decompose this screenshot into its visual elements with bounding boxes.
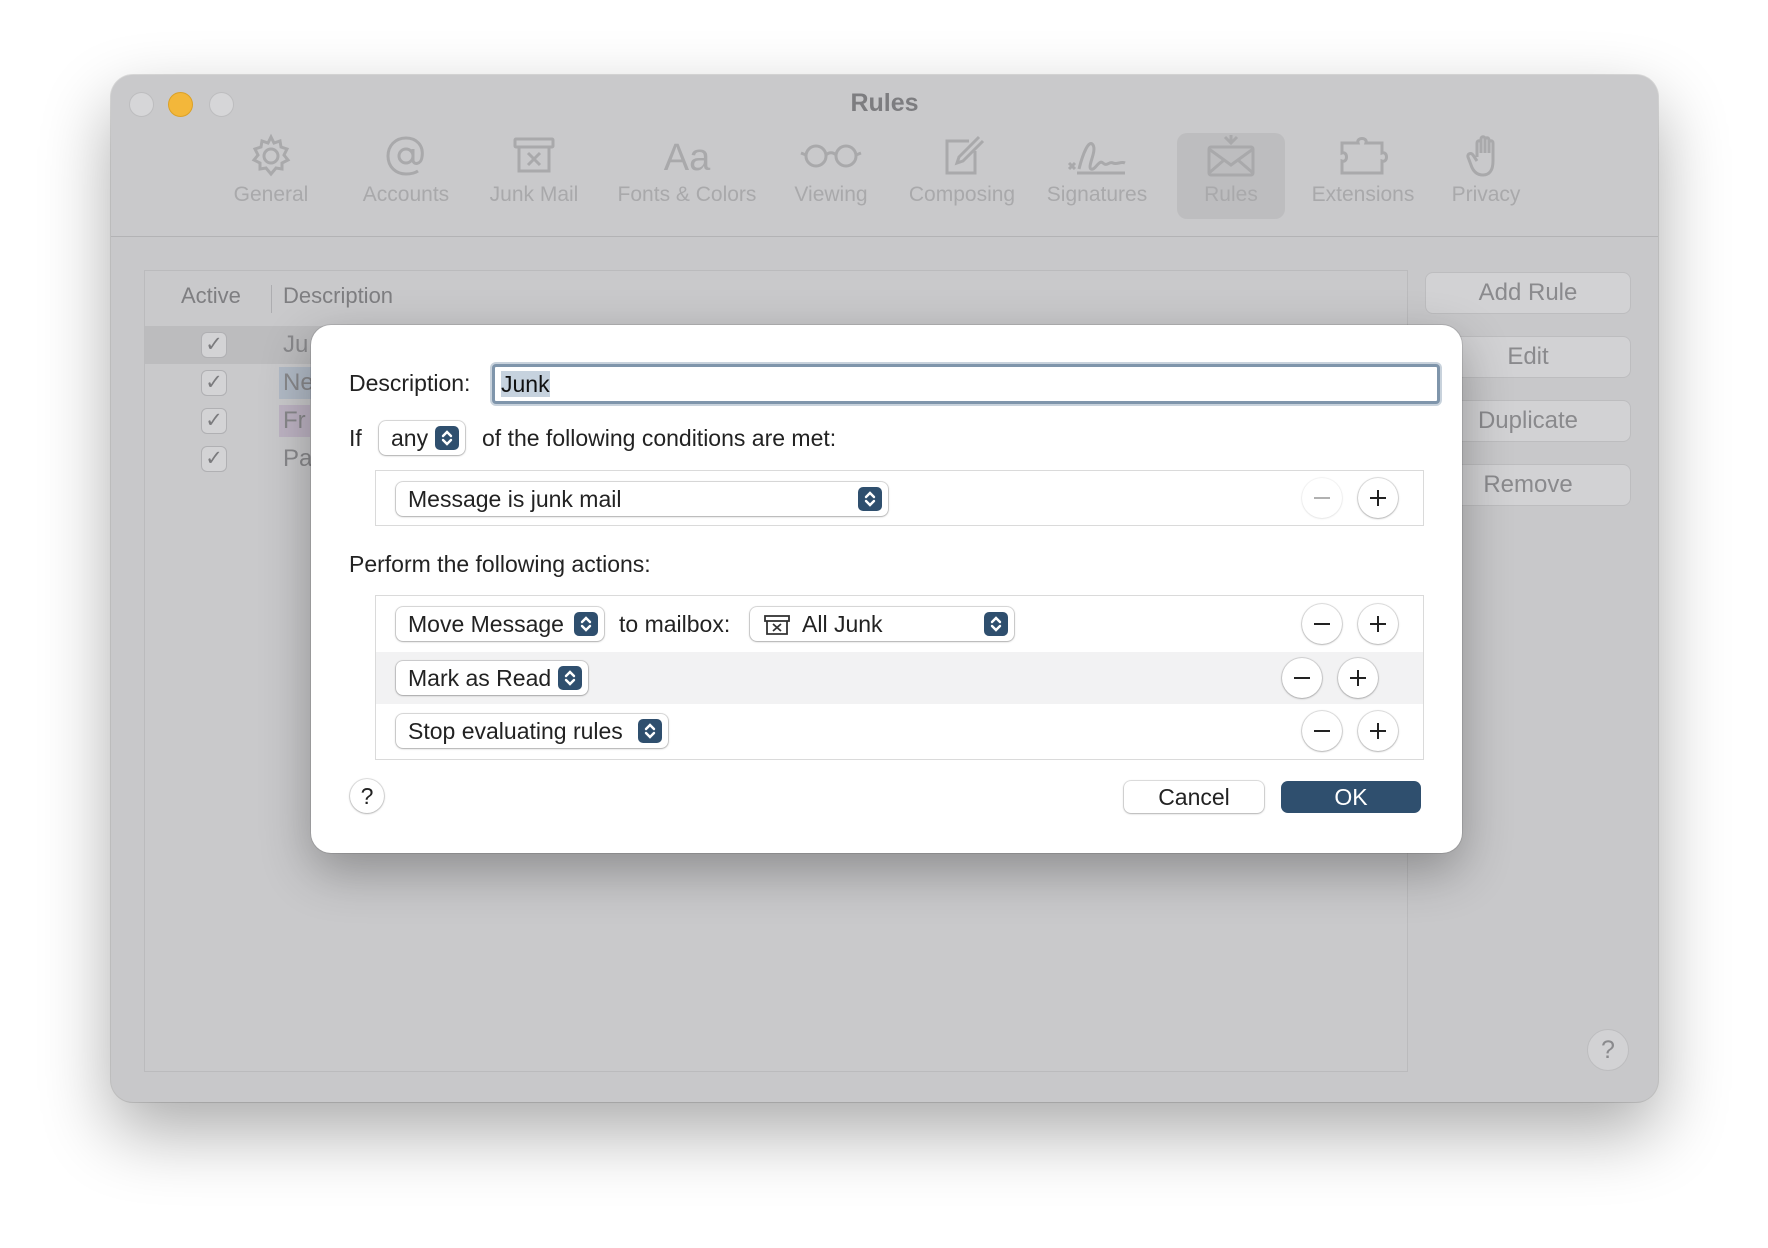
puzzle-icon [1340, 137, 1388, 175]
glasses-icon [800, 144, 862, 168]
remove-action-button[interactable] [1302, 604, 1342, 644]
popup-stepper-icon [435, 426, 459, 450]
add-action-button[interactable] [1358, 711, 1398, 751]
toolbar-label: Privacy [1451, 183, 1521, 206]
toolbar-label: Signatures [1046, 183, 1148, 206]
rule-description: Fr [279, 405, 310, 437]
match-type-value: any [391, 425, 429, 451]
toolbar-label: Junk Mail [489, 183, 579, 206]
signature-icon [1067, 142, 1126, 175]
junk-box-icon [513, 137, 555, 173]
toolbar-item-accounts[interactable]: Accounts [351, 133, 461, 219]
gear-icon [251, 133, 291, 177]
popup-stepper-icon [858, 487, 882, 511]
actions-list: Move Message to mailbox: All Junk Mark a… [375, 595, 1424, 760]
add-action-button[interactable] [1358, 604, 1398, 644]
toolbar-label: Accounts [362, 183, 450, 206]
remove-action-button[interactable] [1282, 658, 1322, 698]
add-condition-button[interactable] [1358, 478, 1398, 518]
action-type-value: Mark as Read [408, 665, 552, 691]
column-header-active[interactable]: Active [181, 283, 241, 309]
toolbar-item-extensions[interactable]: Extensions [1299, 133, 1427, 219]
to-mailbox-label: to mailbox: [619, 611, 731, 637]
action-type-value: Stop evaluating rules [408, 718, 623, 744]
popup-stepper-icon [558, 666, 582, 690]
hand-icon [1466, 135, 1495, 177]
action-row: Move Message to mailbox: All Junk [376, 596, 1423, 652]
popup-stepper-icon [574, 612, 598, 636]
envelope-rules-icon [1207, 135, 1255, 177]
add-rule-button[interactable]: Add Rule [1425, 272, 1631, 314]
add-action-button[interactable] [1338, 658, 1378, 698]
toolbar-label: Viewing [794, 183, 868, 206]
rule-description: Ju [283, 331, 309, 358]
at-icon [386, 136, 424, 176]
remove-condition-button[interactable] [1302, 478, 1342, 518]
action-row: Stop evaluating rules [376, 704, 1423, 759]
active-checkbox[interactable]: ✓ [201, 446, 227, 472]
toolbar-item-general[interactable]: General [216, 133, 326, 219]
description-value: Junk [501, 371, 550, 397]
action-type-popup[interactable]: Mark as Read [396, 661, 588, 695]
active-checkbox[interactable]: ✓ [201, 370, 227, 396]
toolbar-item-viewing[interactable]: Viewing [781, 133, 881, 219]
remove-action-button[interactable] [1302, 711, 1342, 751]
toolbar-label: Fonts & Colors [617, 183, 757, 206]
conditions-text: of the following conditions are met: [482, 425, 837, 451]
junk-box-icon [764, 615, 790, 635]
column-divider [271, 285, 272, 313]
mailbox-value: All Junk [802, 611, 883, 637]
toolbar-item-privacy[interactable]: Privacy [1441, 133, 1531, 219]
titlebar: Rules General Accounts Junk Mail Aa Font… [111, 75, 1658, 237]
popup-stepper-icon [638, 719, 662, 743]
toolbar-item-rules[interactable]: Rules [1177, 133, 1285, 219]
toolbar-label: General [233, 183, 309, 206]
column-header-description[interactable]: Description [283, 283, 393, 309]
ok-button[interactable]: OK [1281, 781, 1421, 813]
svg-text:Aa: Aa [664, 137, 711, 179]
action-type-value: Move Message [408, 611, 564, 637]
action-type-popup[interactable]: Stop evaluating rules [396, 714, 668, 748]
cancel-button[interactable]: Cancel [1124, 781, 1264, 813]
toolbar-label: Rules [1204, 183, 1258, 206]
toolbar-item-junk-mail[interactable]: Junk Mail [475, 133, 593, 219]
rule-edit-sheet: Description: Junk If any of the followin… [311, 325, 1462, 853]
actions-heading: Perform the following actions: [349, 551, 651, 577]
toolbar-item-signatures[interactable]: Signatures [1037, 133, 1157, 219]
description-field[interactable]: Junk [492, 364, 1440, 404]
conditions-list: Message is junk mail [375, 470, 1424, 526]
toolbar-label: Composing [908, 183, 1016, 206]
if-label: If [349, 425, 362, 451]
window-title: Rules [850, 89, 919, 117]
active-checkbox[interactable]: ✓ [201, 408, 227, 434]
popup-stepper-icon [984, 612, 1008, 636]
action-type-popup[interactable]: Move Message [396, 607, 604, 641]
mailbox-popup[interactable]: All Junk [750, 607, 1014, 641]
toolbar-item-fonts-colors[interactable]: Aa Fonts & Colors [605, 133, 769, 219]
toolbar-label: Extensions [1311, 183, 1415, 206]
compose-icon [945, 135, 985, 175]
sheet-help-button[interactable]: ? [350, 779, 384, 813]
help-button[interactable]: ? [1587, 1029, 1629, 1071]
condition-popup[interactable]: Message is junk mail [396, 482, 888, 516]
active-checkbox[interactable]: ✓ [201, 332, 227, 358]
match-type-popup[interactable]: any [379, 421, 465, 455]
action-row: Mark as Read [376, 652, 1423, 704]
font-aa-icon: Aa [664, 137, 711, 179]
toolbar-item-composing[interactable]: Composing [897, 133, 1027, 219]
condition-value: Message is junk mail [408, 486, 622, 512]
description-label: Description: [349, 370, 471, 396]
